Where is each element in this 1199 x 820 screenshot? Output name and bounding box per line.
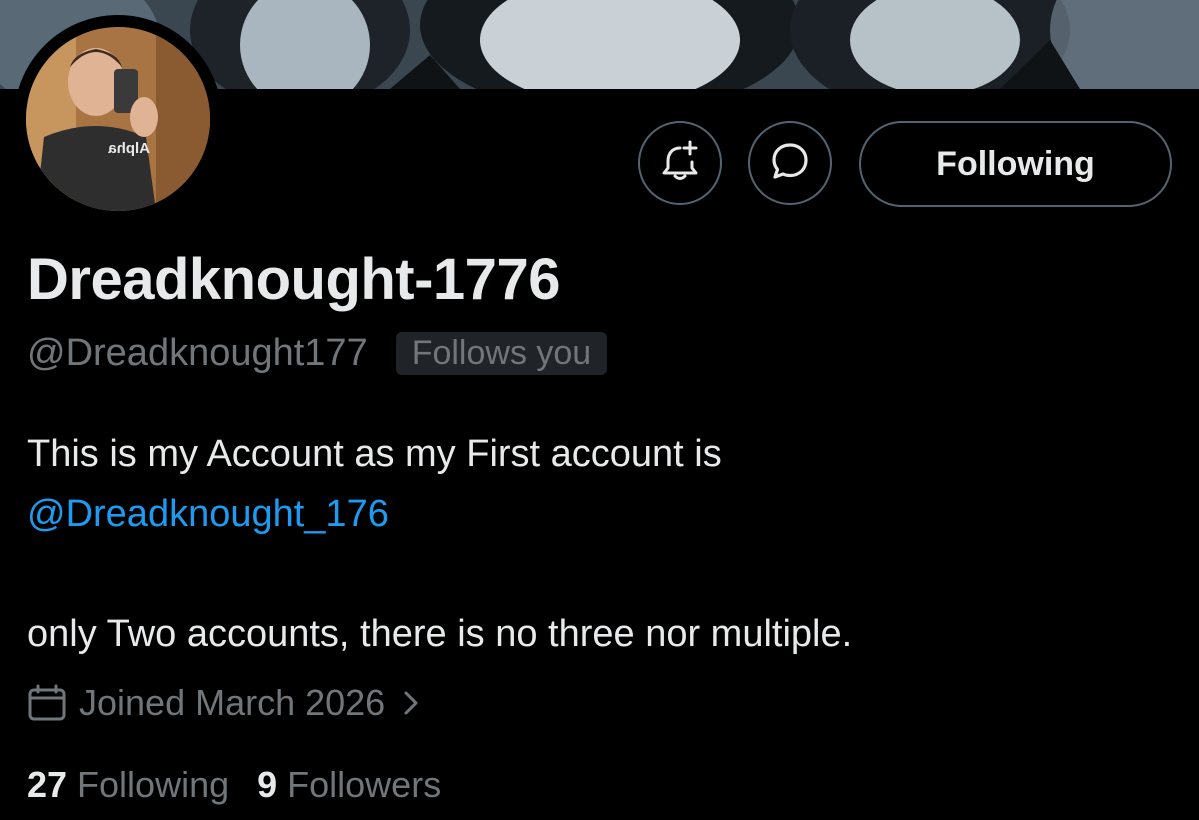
handle-row: @Dreadknought177 Follows you [27,326,608,380]
followers-count: 9 [257,764,278,805]
joined-text: Joined March 2026 [79,682,386,723]
following-label: Following [77,764,230,805]
avatar[interactable]: Alpha [26,27,210,211]
user-handle: @Dreadknought177 [27,331,368,374]
calendar-icon [27,684,67,722]
message-button[interactable] [748,121,832,205]
followers-stat[interactable]: 9 Followers [257,764,441,806]
follow-stats: 27 Following 9 Followers [27,760,441,810]
following-stat[interactable]: 27 Following [27,764,229,806]
followers-label: Followers [287,764,442,805]
bio-line-3: only Two accounts, there is no three nor… [27,613,853,655]
bio: This is my Account as my First account i… [27,424,852,664]
avatar-shirt-text: Alpha [108,140,150,157]
bio-line-1: This is my Account as my First account i… [27,433,722,475]
following-button[interactable]: Following [859,121,1172,207]
following-count: 27 [27,764,68,805]
bio-blank-line [27,544,852,604]
message-icon [769,140,811,187]
bell-plus-icon [660,140,700,187]
bio-mention-link[interactable]: @Dreadknought_176 [27,493,389,535]
chevron-right-icon [403,689,419,717]
joined-date[interactable]: Joined March 2026 [27,678,419,728]
follows-you-badge: Follows you [395,331,608,375]
display-name: Dreadknought-1776 [27,247,560,312]
notify-button[interactable] [638,121,722,205]
